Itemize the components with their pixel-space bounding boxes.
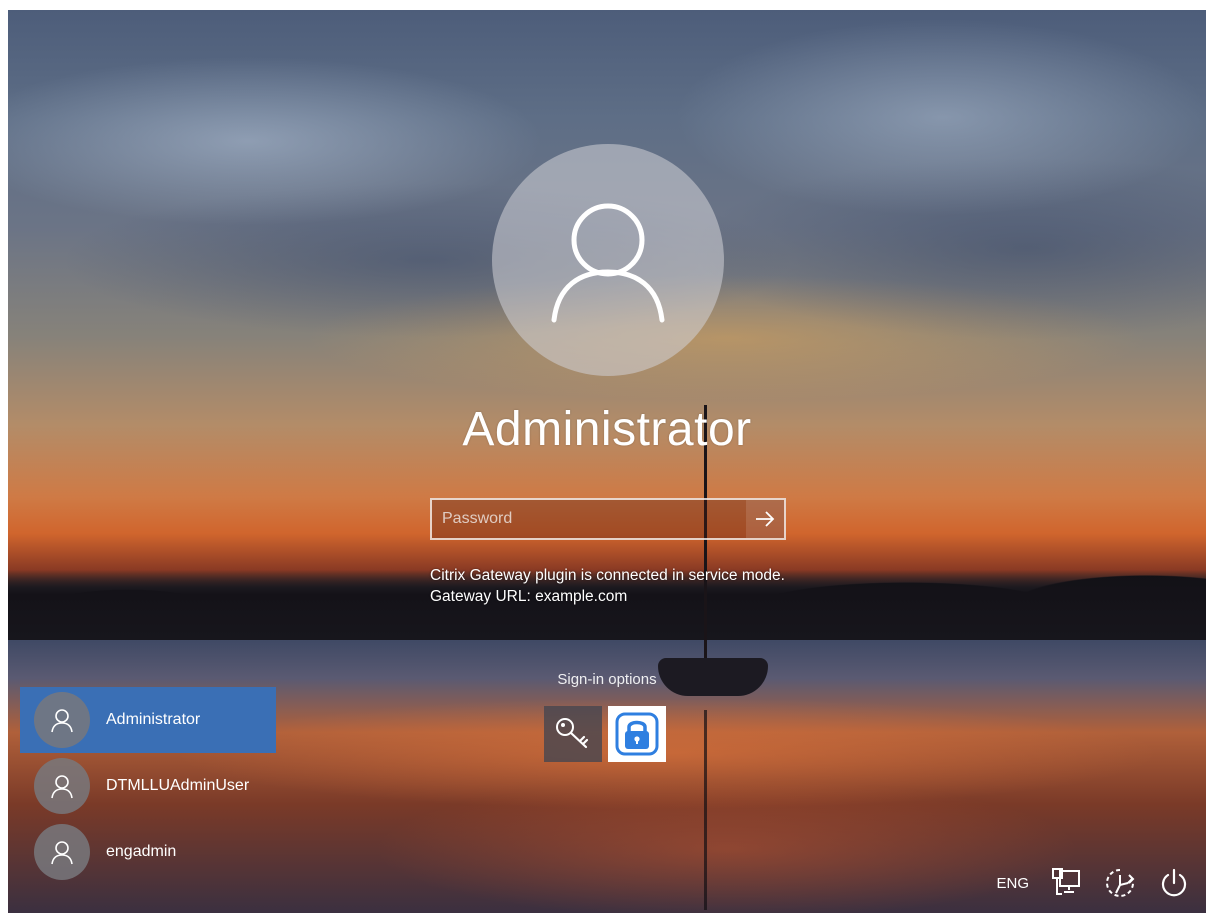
current-username: Administrator <box>462 403 752 456</box>
gateway-status-line: Citrix Gateway plugin is connected in se… <box>430 567 785 584</box>
boat-mast-reflection <box>704 710 707 910</box>
key-icon <box>556 718 589 749</box>
password-input[interactable] <box>432 500 746 538</box>
user-list-item[interactable]: Administrator <box>20 687 276 753</box>
signin-options-link[interactable]: Sign-in options <box>520 671 694 688</box>
user-list-item[interactable]: engadmin <box>20 819 276 885</box>
gateway-url-line: Gateway URL: example.com <box>430 588 628 605</box>
user-silhouette-icon <box>551 203 665 323</box>
power-icon <box>1161 868 1187 897</box>
system-tray: ENG <box>996 862 1191 904</box>
network-button[interactable] <box>1049 866 1083 900</box>
user-avatar-large <box>492 144 724 376</box>
avatar <box>34 824 90 880</box>
user-list: Administrator DTMLLUAdminUser engadmin <box>20 687 280 885</box>
ease-of-access-button[interactable] <box>1103 866 1137 900</box>
arrow-right-icon <box>756 511 775 527</box>
language-indicator[interactable]: ENG <box>996 875 1029 892</box>
submit-button[interactable] <box>746 500 784 538</box>
user-silhouette-icon <box>51 841 73 865</box>
password-box <box>430 498 786 540</box>
avatar <box>34 692 90 748</box>
network-icon <box>1052 868 1080 895</box>
signin-option-password[interactable] <box>544 706 602 762</box>
signin-option-citrix[interactable] <box>608 706 666 762</box>
user-list-item-name: engadmin <box>106 843 177 860</box>
avatar <box>34 758 90 814</box>
user-list-item-name: DTMLLUAdminUser <box>106 777 250 794</box>
user-silhouette-icon <box>51 775 73 799</box>
user-silhouette-icon <box>51 709 73 733</box>
power-button[interactable] <box>1157 866 1191 900</box>
gateway-status: Citrix Gateway plugin is connected in se… <box>430 565 810 607</box>
user-list-item-name: Administrator <box>106 711 201 728</box>
user-list-item[interactable]: DTMLLUAdminUser <box>20 753 276 819</box>
lock-icon <box>615 712 659 756</box>
ease-of-access-icon <box>1106 869 1135 897</box>
